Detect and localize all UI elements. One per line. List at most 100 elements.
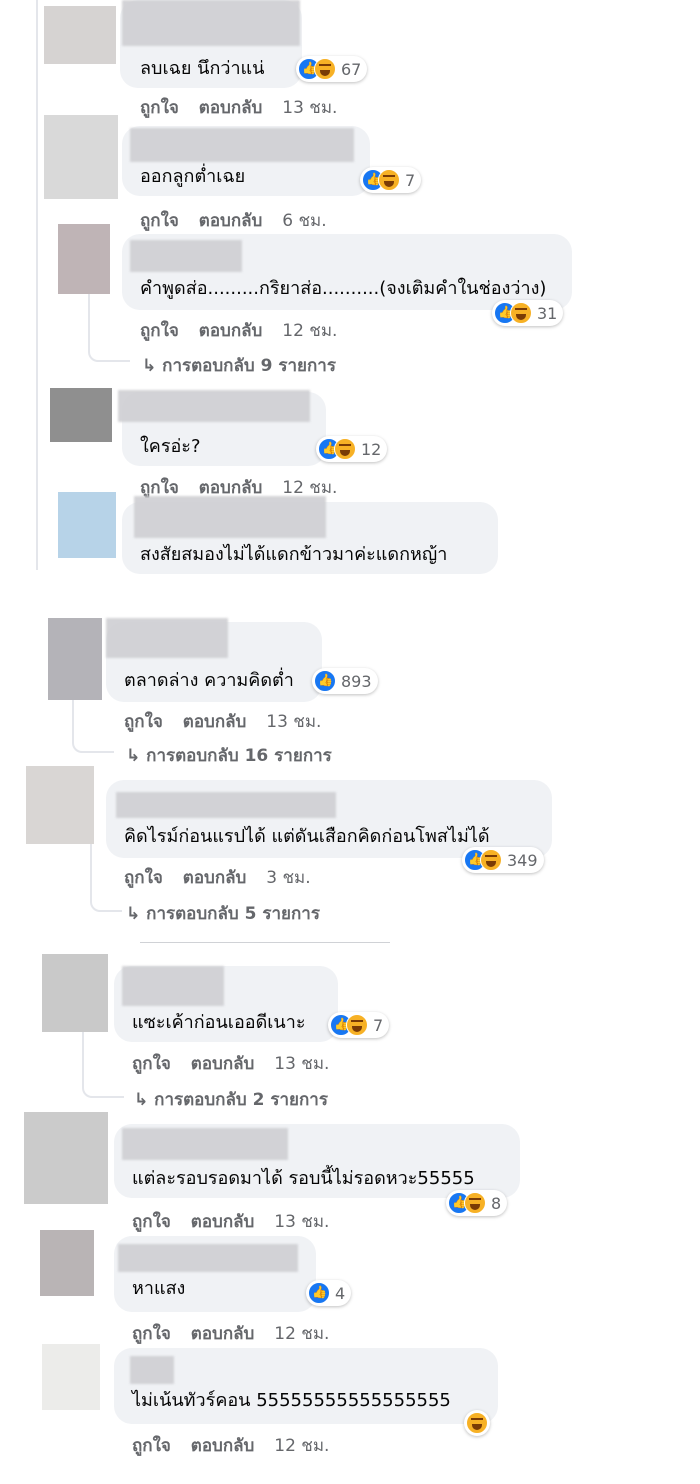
reaction-summary[interactable]: 67 xyxy=(296,56,368,82)
like-button[interactable]: ถูกใจ xyxy=(132,1324,171,1344)
avatar[interactable] xyxy=(58,492,116,558)
like-button[interactable]: ถูกใจ xyxy=(132,1212,171,1232)
avatar[interactable] xyxy=(50,388,112,442)
haha-reaction-icon xyxy=(464,1192,486,1214)
like-button[interactable]: ถูกใจ xyxy=(124,712,163,732)
reaction-summary[interactable] xyxy=(464,1410,490,1436)
reply-arrow-icon: ↳ xyxy=(142,356,163,376)
timestamp[interactable]: 6 ชม. xyxy=(282,211,326,231)
author-name[interactable] xyxy=(122,1128,288,1160)
reaction-count: 12 xyxy=(361,439,382,459)
reply-button[interactable]: ตอบกลับ xyxy=(191,1212,255,1232)
reaction-summary[interactable]: 893 xyxy=(312,668,378,694)
comment-text: คำพูดส่อ.........กริยาส่อ..........(จงเต… xyxy=(140,278,547,299)
thread-line xyxy=(36,0,38,570)
haha-reaction-icon xyxy=(480,849,502,871)
avatar[interactable] xyxy=(40,1230,94,1296)
author-name[interactable] xyxy=(106,618,228,658)
comment-actions: ถูกใจ ตอบกลับ 12 ชม. xyxy=(132,1320,343,1347)
haha-reaction-icon xyxy=(314,58,336,80)
timestamp[interactable]: 12 ชม. xyxy=(274,1436,329,1456)
reply-button[interactable]: ตอบกลับ xyxy=(191,1054,255,1074)
timestamp[interactable]: 12 ชม. xyxy=(282,478,337,498)
thread-connector xyxy=(82,1060,124,1098)
haha-reaction-icon xyxy=(334,438,356,460)
avatar[interactable] xyxy=(48,618,102,700)
reply-arrow-icon: ↳ xyxy=(126,904,147,924)
author-name[interactable] xyxy=(118,390,310,422)
avatar[interactable] xyxy=(58,224,110,294)
like-reaction-icon xyxy=(308,1282,330,1304)
comment-actions: ถูกใจ ตอบกลับ 13 ชม. xyxy=(140,94,351,121)
view-replies-link[interactable]: ↳ การตอบกลับ 16 รายการ xyxy=(126,742,332,769)
comment-text: ใครอ่ะ? xyxy=(140,436,201,457)
reaction-count: 893 xyxy=(341,671,372,691)
reaction-count: 4 xyxy=(335,1283,346,1303)
view-replies-link[interactable]: ↳ การตอบกลับ 9 รายการ xyxy=(142,352,336,379)
comment-text: สงสัยสมองไม่ได้แดกข้าวมาค่ะแดกหญ้า xyxy=(140,544,448,565)
reply-arrow-icon: ↳ xyxy=(134,1090,155,1110)
comment-actions: ถูกใจ ตอบกลับ 13 ชม. xyxy=(132,1208,343,1235)
avatar[interactable] xyxy=(42,1344,100,1410)
timestamp[interactable]: 3 ชม. xyxy=(266,868,310,888)
comment-actions: ถูกใจ ตอบกลับ 3 ชม. xyxy=(124,864,325,891)
reaction-summary[interactable]: 7 xyxy=(328,1012,390,1038)
reaction-summary[interactable]: 4 xyxy=(306,1280,352,1306)
avatar[interactable] xyxy=(44,6,116,64)
like-button[interactable]: ถูกใจ xyxy=(124,868,163,888)
avatar[interactable] xyxy=(26,766,94,844)
haha-reaction-icon xyxy=(378,169,400,191)
reply-arrow-icon: ↳ xyxy=(126,746,147,766)
author-name[interactable] xyxy=(130,128,354,162)
reaction-count: 349 xyxy=(507,850,538,870)
author-name[interactable] xyxy=(122,966,224,1006)
view-replies-link[interactable]: ↳ การตอบกลับ 5 รายการ xyxy=(126,900,320,927)
like-button[interactable]: ถูกใจ xyxy=(140,211,179,231)
reply-button[interactable]: ตอบกลับ xyxy=(191,1324,255,1344)
author-name[interactable] xyxy=(130,240,242,272)
comment-text: แต่ละรอบรอดมาได้ รอบนี้ไม่รอดหวะ55555 xyxy=(132,1168,475,1189)
reply-button[interactable]: ตอบกลับ xyxy=(199,211,263,231)
timestamp[interactable]: 12 ชม. xyxy=(274,1324,329,1344)
avatar[interactable] xyxy=(42,954,108,1032)
avatar[interactable] xyxy=(24,1112,108,1204)
timestamp[interactable]: 13 ชม. xyxy=(282,98,337,118)
timestamp[interactable]: 13 ชม. xyxy=(266,712,321,732)
reply-button[interactable]: ตอบกลับ xyxy=(183,868,247,888)
author-name[interactable] xyxy=(116,792,336,818)
like-button[interactable]: ถูกใจ xyxy=(132,1054,171,1074)
reply-button[interactable]: ตอบกลับ xyxy=(191,1436,255,1456)
like-button[interactable]: ถูกใจ xyxy=(140,478,179,498)
like-button[interactable]: ถูกใจ xyxy=(140,321,179,341)
reaction-count: 8 xyxy=(491,1193,502,1213)
haha-reaction-icon xyxy=(346,1014,368,1036)
timestamp[interactable]: 13 ชม. xyxy=(274,1212,329,1232)
comment-text: ออกลูกต่ำเฉย xyxy=(140,166,246,187)
comment-actions: ถูกใจ ตอบกลับ 12 ชม. xyxy=(132,1432,343,1459)
reaction-summary[interactable]: 8 xyxy=(446,1190,508,1216)
like-button[interactable]: ถูกใจ xyxy=(132,1436,171,1456)
comment-text: ลบเฉย นึกว่าแน่ xyxy=(140,58,265,79)
view-replies-link[interactable]: ↳ การตอบกลับ 2 รายการ xyxy=(134,1086,328,1113)
author-name[interactable] xyxy=(118,1244,298,1272)
author-name[interactable] xyxy=(130,1356,174,1384)
timestamp[interactable]: 13 ชม. xyxy=(274,1054,329,1074)
reply-button[interactable]: ตอบกลับ xyxy=(199,321,263,341)
reply-button[interactable]: ตอบกลับ xyxy=(183,712,247,732)
reply-button[interactable]: ตอบกลับ xyxy=(199,478,263,498)
comment-actions: ถูกใจ ตอบกลับ 13 ชม. xyxy=(132,1050,343,1077)
author-name[interactable] xyxy=(122,0,300,46)
comment-text: หาแสง xyxy=(132,1278,186,1299)
reaction-summary[interactable]: 31 xyxy=(492,300,564,326)
reply-button[interactable]: ตอบกลับ xyxy=(199,98,263,118)
reaction-summary[interactable]: 7 xyxy=(360,167,422,193)
comment-text: แซะเค้าก่อนเออดีเนาะ xyxy=(132,1012,306,1033)
reaction-summary[interactable]: 12 xyxy=(316,436,388,462)
like-button[interactable]: ถูกใจ xyxy=(140,98,179,118)
comment-text: ไม่เน้นทัวร์คอน 55555555555555555 xyxy=(132,1390,451,1411)
author-name[interactable] xyxy=(134,496,326,538)
reaction-summary[interactable]: 349 xyxy=(462,847,544,873)
reaction-count: 7 xyxy=(373,1015,384,1035)
timestamp[interactable]: 12 ชม. xyxy=(282,321,337,341)
avatar[interactable] xyxy=(44,115,118,199)
